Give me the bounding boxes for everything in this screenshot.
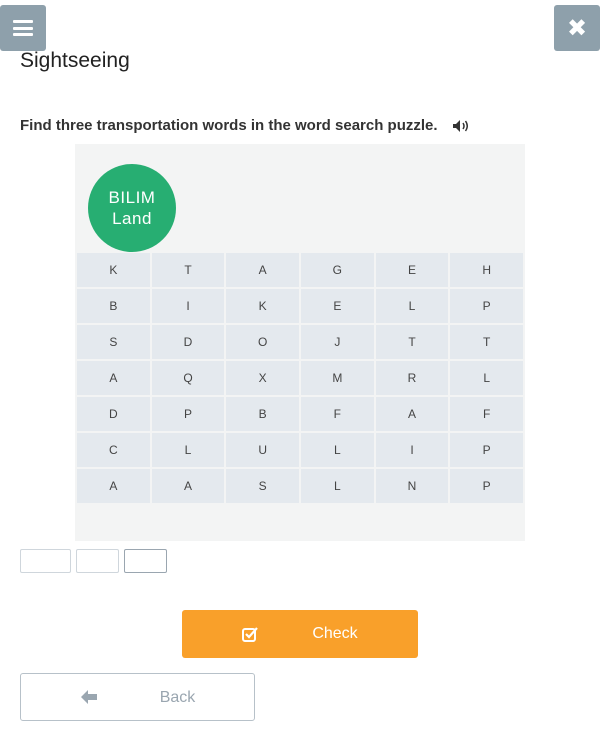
menu-button[interactable] xyxy=(0,5,46,51)
grid-cell[interactable]: Q xyxy=(151,361,225,395)
grid-cell[interactable]: T xyxy=(375,325,449,359)
grid-cell[interactable]: L xyxy=(300,433,374,467)
speaker-icon[interactable] xyxy=(452,119,470,133)
grid-cell[interactable]: P xyxy=(151,397,225,431)
grid-cell[interactable]: K xyxy=(77,253,150,287)
grid-cell[interactable]: K xyxy=(226,289,299,323)
grid-cell[interactable]: L xyxy=(375,289,449,323)
check-label: Check xyxy=(312,625,358,642)
grid-cell[interactable]: T xyxy=(151,253,225,287)
grid-cell[interactable]: P xyxy=(450,469,523,503)
grid-cell[interactable]: T xyxy=(450,325,523,359)
close-button[interactable]: ✖ xyxy=(554,5,600,51)
close-icon: ✖ xyxy=(566,14,588,42)
grid-cell[interactable]: L xyxy=(151,433,225,467)
grid-cell[interactable]: H xyxy=(450,253,523,287)
grid-cell[interactable]: L xyxy=(450,361,523,395)
word-search-card: BILIM Land KTAGEHBIKELPSDOJTTAQXMRLDPBFA… xyxy=(75,144,525,541)
grid-cell[interactable]: O xyxy=(226,325,299,359)
logo-line-2: Land xyxy=(112,209,152,228)
back-button[interactable]: Back xyxy=(20,673,255,721)
grid-cell[interactable]: F xyxy=(300,397,374,431)
grid-cell[interactable]: N xyxy=(375,469,449,503)
grid-cell[interactable]: U xyxy=(226,433,299,467)
back-label: Back xyxy=(159,689,196,706)
grid-cell[interactable]: D xyxy=(151,325,225,359)
grid-cell[interactable]: E xyxy=(375,253,449,287)
grid-cell[interactable]: A xyxy=(226,253,299,287)
page-title: Sightseeing xyxy=(20,49,130,72)
instruction: Find three transportation words in the w… xyxy=(20,117,470,134)
hamburger-menu-icon xyxy=(13,20,33,36)
answer-input-1[interactable] xyxy=(20,549,71,573)
grid-cell[interactable]: P xyxy=(450,433,523,467)
grid-cell[interactable]: B xyxy=(226,397,299,431)
grid-cell[interactable]: B xyxy=(77,289,150,323)
grid-cell[interactable]: S xyxy=(226,469,299,503)
grid-cell[interactable]: I xyxy=(151,289,225,323)
grid-cell[interactable]: P xyxy=(450,289,523,323)
grid-cell[interactable]: M xyxy=(300,361,374,395)
bilimland-logo: BILIM Land xyxy=(88,164,176,252)
grid-cell[interactable]: S xyxy=(77,325,150,359)
grid-cell[interactable]: A xyxy=(77,469,150,503)
grid-cell[interactable]: J xyxy=(300,325,374,359)
word-search-grid: KTAGEHBIKELPSDOJTTAQXMRLDPBFAFCLULIPAASL… xyxy=(77,253,523,503)
instruction-text: Find three transportation words in the w… xyxy=(20,117,438,134)
logo-line-1: BILIM xyxy=(108,188,156,207)
grid-cell[interactable]: I xyxy=(375,433,449,467)
grid-cell[interactable]: F xyxy=(450,397,523,431)
answer-input-3[interactable] xyxy=(124,549,167,573)
grid-cell[interactable]: C xyxy=(77,433,150,467)
grid-cell[interactable]: A xyxy=(375,397,449,431)
grid-cell[interactable]: D xyxy=(77,397,150,431)
grid-cell[interactable]: G xyxy=(300,253,374,287)
grid-cell[interactable]: E xyxy=(300,289,374,323)
grid-cell[interactable]: R xyxy=(375,361,449,395)
check-button[interactable]: Check xyxy=(182,610,418,658)
grid-cell[interactable]: X xyxy=(226,361,299,395)
grid-cell[interactable]: L xyxy=(300,469,374,503)
grid-cell[interactable]: A xyxy=(151,469,225,503)
answer-input-2[interactable] xyxy=(76,549,119,573)
grid-cell[interactable]: A xyxy=(77,361,150,395)
answer-inputs xyxy=(20,549,167,573)
